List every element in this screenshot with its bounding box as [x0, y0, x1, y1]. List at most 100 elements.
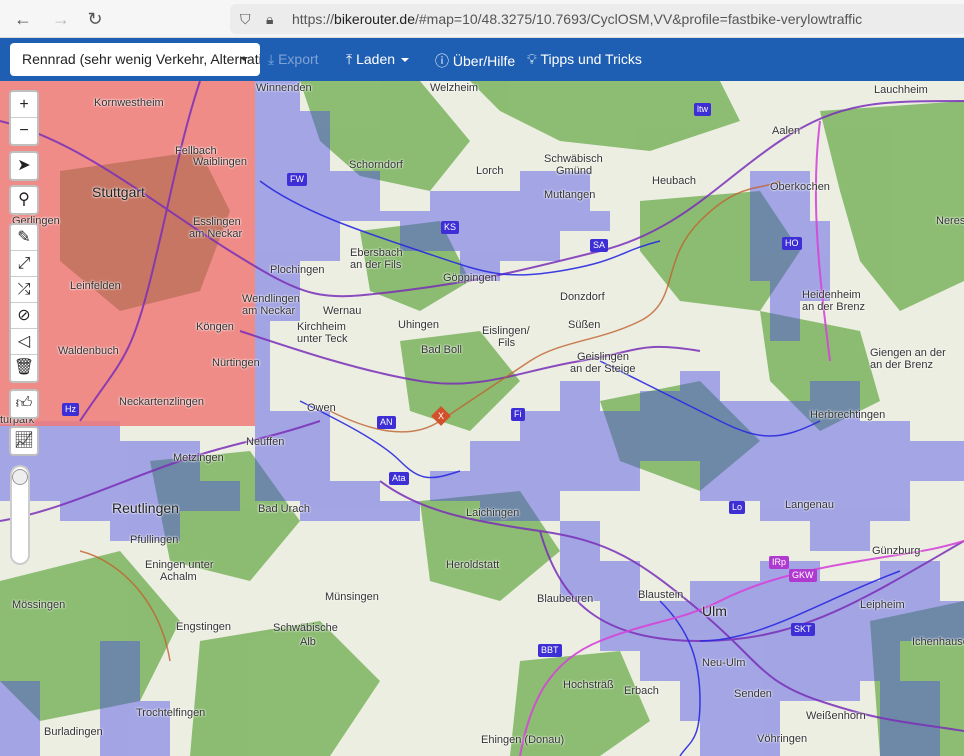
- route-badge: HO: [782, 237, 802, 250]
- reverse-route-icon[interactable]: ⤮: [11, 277, 37, 303]
- place-label: Schorndorf: [349, 159, 403, 171]
- opacity-slider[interactable]: [10, 465, 30, 565]
- place-label: an der Brenz: [870, 359, 933, 371]
- draw-line-icon[interactable]: ⤢: [11, 251, 37, 277]
- route-badge: BBT: [538, 644, 562, 657]
- place-label: Weißenhorn: [806, 710, 866, 722]
- route-badge: AN: [377, 416, 396, 429]
- search-control: ⚲: [9, 185, 39, 215]
- shield-icon[interactable]: ⛉: [240, 11, 251, 28]
- route-badge: Fi: [511, 408, 525, 421]
- place-label: Winnenden: [256, 82, 312, 94]
- place-label: Göppingen: [443, 272, 497, 284]
- place-label: Neres: [936, 215, 964, 227]
- place-label: Donzdorf: [560, 291, 605, 303]
- place-label: Ehingen (Donau): [481, 734, 565, 746]
- download-icon: ⤓: [268, 51, 275, 67]
- place-label: Erbach: [624, 685, 659, 697]
- place-label: Welzheim: [430, 82, 479, 94]
- place-label: Lauchheim: [874, 84, 928, 96]
- place-label: Stuttgart: [92, 184, 145, 200]
- place-label: Ichenhause: [912, 636, 964, 648]
- place-label: Nürtingen: [212, 357, 260, 369]
- place-label: Kornwestheim: [94, 97, 164, 109]
- export-button[interactable]: ⤓ Export: [268, 51, 319, 68]
- place-label: Blaubeuren: [537, 593, 594, 605]
- place-label: Esslingen: [193, 216, 241, 228]
- delete-last-point-icon[interactable]: ◁: [11, 329, 37, 355]
- route-badge: GKW: [789, 569, 817, 582]
- place-label: an der Fils: [350, 259, 402, 271]
- place-label: Giengen an der: [870, 347, 946, 359]
- trash-icon[interactable]: 🗑︎: [11, 355, 37, 381]
- place-label: Laichingen: [466, 507, 520, 519]
- place-label: Eningen unter: [145, 559, 214, 571]
- load-button[interactable]: ⤒ Laden: [346, 51, 410, 68]
- place-label: unter Teck: [297, 333, 348, 345]
- map[interactable]: Kornwestheim Winnenden Welzheim Lauchhei…: [0, 81, 964, 756]
- locate-control: ➤: [9, 151, 39, 181]
- route-badge: SKT: [791, 623, 815, 636]
- back-icon[interactable]: ←: [12, 8, 34, 30]
- profile-select-label: Rennrad (sehr wenig Verkehr, Alternativ: [22, 51, 260, 67]
- no-go-area-icon[interactable]: ⊘: [11, 303, 37, 329]
- place-label: an der Steige: [570, 363, 636, 375]
- place-label: Leipheim: [860, 599, 905, 611]
- place-label: Pfullingen: [130, 534, 179, 546]
- route-badge: Lo: [729, 501, 746, 514]
- route-badge: FW: [287, 173, 307, 186]
- elevation-chart-icon[interactable]: 📈︎: [11, 428, 37, 454]
- slider-handle[interactable]: [12, 469, 28, 485]
- tips-button[interactable]: 💡︎ Tipps und Tricks: [527, 51, 642, 68]
- draw-route-icon[interactable]: ✎: [11, 225, 37, 251]
- forward-icon[interactable]: →: [50, 8, 72, 30]
- place-label: Schwäbische: [273, 622, 338, 634]
- place-label: Wendlingen: [242, 293, 300, 305]
- url-text[interactable]: https://bikerouter.de/#map=10/48.3275/10…: [292, 11, 862, 27]
- route-marker-label: X: [437, 410, 445, 421]
- place-label: Heubach: [652, 175, 697, 187]
- place-label: Leinfelden: [70, 280, 121, 292]
- route-badge: Hz: [62, 403, 79, 416]
- place-label: Vöhringen: [757, 733, 808, 745]
- place-label: Reutlingen: [112, 500, 179, 516]
- url-host: bikerouter.de: [334, 11, 415, 27]
- lock-icon[interactable]: 🔒︎: [266, 11, 273, 28]
- browser-bar: ← → ↻ ⛉ 🔒︎ https://bikerouter.de/#map=10…: [0, 0, 964, 38]
- place-label: Kirchheim: [297, 321, 346, 333]
- place-label: Waiblingen: [193, 156, 248, 168]
- zoom-out-button[interactable]: −: [11, 118, 37, 144]
- address-bar[interactable]: ⛉ 🔒︎ https://bikerouter.de/#map=10/48.32…: [230, 4, 964, 34]
- place-label: Neuffen: [246, 436, 285, 448]
- place-label: Hochsträß: [563, 679, 614, 691]
- route-badge: ltw: [694, 103, 711, 116]
- url-rest: /#map=10/48.3275/10.7693/CyclOSM,VV&prof…: [414, 11, 863, 27]
- place-label: am Neckar: [189, 228, 243, 240]
- place-label: Alb: [300, 636, 316, 648]
- thumbs-up-icon[interactable]: 👍︎: [11, 391, 37, 417]
- place-label: Aalen: [772, 125, 801, 137]
- strava-control: 👍︎: [9, 389, 39, 419]
- place-label: Gmünd: [556, 165, 593, 177]
- place-label: Münsingen: [325, 591, 379, 603]
- help-button[interactable]: ⓘ Über/Hilfe: [435, 51, 515, 71]
- tips-label: Tipps und Tricks: [540, 51, 642, 67]
- info-icon: ⓘ: [435, 53, 449, 69]
- place-label: Senden: [734, 688, 772, 700]
- place-label: Bad Urach: [258, 503, 310, 515]
- place-label: Trochtelfingen: [136, 707, 206, 719]
- place-label: Geislingen: [577, 351, 629, 363]
- reload-icon[interactable]: ↻: [84, 8, 106, 30]
- place-label: an der Brenz: [802, 301, 865, 313]
- place-label: Heidenheim: [802, 289, 861, 301]
- app-toolbar: Rennrad (sehr wenig Verkehr, Alternativ …: [0, 38, 964, 81]
- route-badge: KS: [441, 221, 460, 234]
- place-label: Owen: [307, 402, 336, 414]
- locate-icon[interactable]: ➤: [11, 153, 37, 179]
- place-label: Bad Boll: [421, 344, 462, 356]
- search-icon[interactable]: ⚲: [11, 187, 37, 213]
- profile-select[interactable]: Rennrad (sehr wenig Verkehr, Alternativ: [10, 43, 260, 76]
- upload-icon: ⤒: [346, 51, 353, 67]
- url-prefix: https://: [292, 11, 335, 27]
- zoom-in-button[interactable]: +: [11, 92, 37, 118]
